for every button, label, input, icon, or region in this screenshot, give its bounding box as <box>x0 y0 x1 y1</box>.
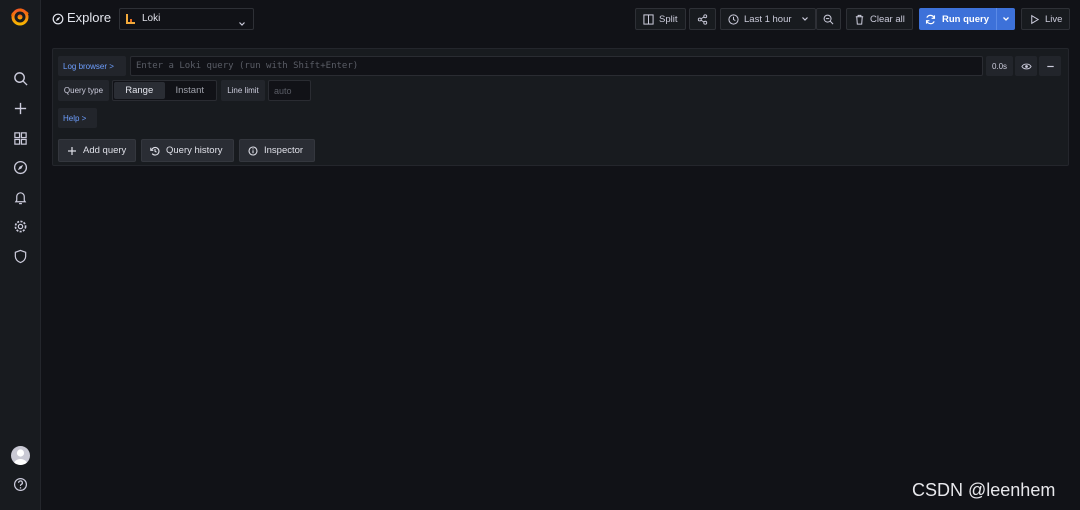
search-icon[interactable] <box>10 68 31 89</box>
log-browser-button[interactable]: Log browser > <box>58 56 126 76</box>
query-editor-panel: Log browser > 0.0s Query type Range Inst… <box>52 48 1069 166</box>
top-bar: Explore Loki Split Last 1 hour Clear all… <box>41 0 1080 38</box>
trash-icon <box>855 14 864 25</box>
add-query-button[interactable]: Add query <box>58 139 136 162</box>
info-circle-icon <box>248 145 258 156</box>
chevron-down-icon <box>801 17 808 21</box>
bell-icon[interactable] <box>10 187 31 208</box>
zoom-out-icon <box>823 14 834 24</box>
datasource-label: Loki <box>142 13 161 24</box>
query-history-label: Query history <box>166 145 223 156</box>
plus-icon[interactable] <box>10 98 31 119</box>
history-icon <box>150 146 160 156</box>
inspector-button[interactable]: Inspector <box>239 139 315 162</box>
run-query-button[interactable]: Run query <box>919 8 1015 30</box>
grafana-logo[interactable] <box>11 8 29 26</box>
compass-icon <box>52 12 64 25</box>
time-range-picker[interactable]: Last 1 hour <box>720 8 816 30</box>
run-query-main[interactable]: Run query <box>919 8 996 30</box>
run-query-interval-dropdown[interactable] <box>996 8 1015 30</box>
query-type-instant[interactable]: Instant <box>165 82 216 99</box>
zoom-out-button[interactable] <box>816 8 841 30</box>
live-button[interactable]: Live <box>1021 8 1070 30</box>
plus-icon <box>68 146 76 155</box>
split-label: Split <box>659 13 678 25</box>
compass-icon[interactable] <box>10 157 31 178</box>
datasource-picker[interactable]: Loki <box>119 8 254 30</box>
clock-icon <box>728 13 739 25</box>
sidebar <box>0 0 41 510</box>
query-input[interactable] <box>130 56 983 76</box>
run-query-label: Run query <box>942 13 989 25</box>
loki-icon <box>125 13 137 26</box>
question-icon[interactable] <box>10 474 31 495</box>
split-button[interactable]: Split <box>635 8 686 30</box>
inspector-label: Inspector <box>264 145 304 156</box>
chevron-down-icon <box>238 15 246 26</box>
minus-icon <box>1046 65 1054 67</box>
clear-all-label: Clear all <box>870 13 905 25</box>
query-time: 0.0s <box>986 56 1013 76</box>
gear-icon[interactable] <box>10 216 31 237</box>
page-title: Explore <box>67 10 112 25</box>
toggle-query-visibility-button[interactable] <box>1015 56 1037 76</box>
clear-all-button[interactable]: Clear all <box>846 8 913 30</box>
line-limit-label: Line limit <box>221 80 265 101</box>
share-button[interactable] <box>689 8 716 30</box>
add-query-label: Add query <box>83 145 127 156</box>
query-type-range[interactable]: Range <box>114 82 165 99</box>
chevron-down-icon <box>1003 17 1009 21</box>
query-type-label: Query type <box>58 80 109 101</box>
live-label: Live <box>1045 13 1063 25</box>
avatar[interactable] <box>11 446 30 465</box>
columns-icon <box>643 13 654 25</box>
play-icon <box>1031 14 1040 24</box>
share-icon <box>697 13 708 25</box>
query-type-radio-group: Range Instant <box>112 80 217 101</box>
remove-query-button[interactable] <box>1039 56 1061 76</box>
query-history-button[interactable]: Query history <box>141 139 234 162</box>
time-range-label: Last 1 hour <box>744 13 792 25</box>
shield-icon[interactable] <box>10 246 31 267</box>
watermark: CSDN @leenhem <box>912 480 1056 500</box>
sync-icon <box>925 14 936 24</box>
line-limit-input[interactable] <box>268 80 311 101</box>
help-toggle[interactable]: Help > <box>58 108 97 128</box>
eye-icon <box>1020 63 1032 69</box>
grid-icon[interactable] <box>10 128 31 149</box>
